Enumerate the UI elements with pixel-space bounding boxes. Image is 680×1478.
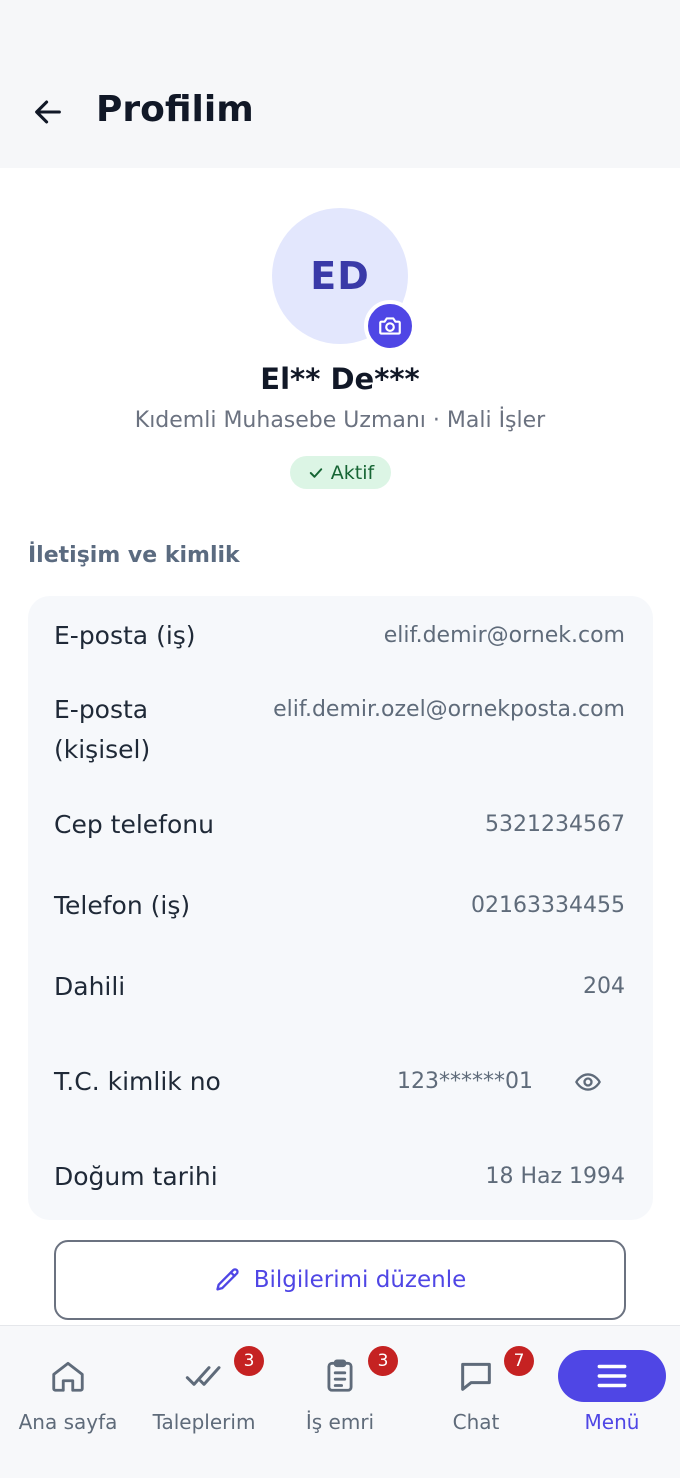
section-title: İletişim ve kimlik (28, 543, 240, 568)
requests-badge: 3 (234, 1346, 264, 1376)
field-value[interactable]: elif.demir@ornek.com (384, 619, 625, 653)
avatar-initials: ED (310, 254, 370, 298)
chat-badge: 7 (504, 1346, 534, 1376)
field-label: Dahili (54, 972, 126, 1001)
nav-label: İş emri (305, 1410, 375, 1434)
page-title: Profilim (96, 89, 254, 130)
field-value[interactable]: 5321234567 (485, 808, 625, 842)
hamburger-icon (597, 1364, 627, 1388)
top-bar: Profilim (0, 0, 680, 168)
field-label: Cep telefonu (54, 810, 214, 839)
nav-item-menu[interactable] (558, 1350, 666, 1402)
nav-item-work-order[interactable]: 3 İş emri (272, 1326, 408, 1456)
work-order-badge: 3 (368, 1346, 398, 1376)
field-value[interactable]: 02163334455 (471, 889, 625, 923)
chat-icon (456, 1356, 496, 1396)
field-label: E-posta (iş) (54, 621, 196, 650)
camera-icon (379, 317, 401, 335)
field-label: Telefon (iş) (54, 891, 191, 920)
profile-subtitle: Kıdemli Muhasebe Uzmanı · Mali İşler (134, 408, 546, 433)
field-value: 123******01 (397, 1069, 533, 1094)
nav-label-menu[interactable]: Menü (558, 1410, 666, 1434)
nav-item-chat[interactable]: 7 Chat (408, 1326, 544, 1456)
nav-item-home[interactable]: Ana sayfa (0, 1326, 136, 1456)
edit-profile-button[interactable]: Bilgilerimi düzenle (54, 1240, 626, 1320)
arrow-left-icon (35, 100, 61, 124)
field-label: E-posta (kişisel) (54, 695, 151, 764)
status-label: Aktif (330, 461, 375, 484)
nav-label: Taleplerim (152, 1410, 256, 1434)
field-value[interactable]: elif.demir.ozel@ornekposta.com (265, 693, 625, 727)
reveal-id-button[interactable] (571, 1065, 605, 1099)
field-label: Doğum tarihi (54, 1162, 218, 1191)
field-label: T.C. kimlik no (54, 1067, 221, 1096)
edit-profile-label: Bilgilerimi düzenle (253, 1267, 467, 1293)
nav-item-requests[interactable]: 3 Taleplerim (136, 1326, 272, 1456)
nav-label: Chat (452, 1410, 500, 1434)
check-icon (309, 467, 323, 478)
eye-icon (575, 1073, 601, 1091)
field-value: 204 (583, 974, 625, 999)
profile-name: El** De*** (260, 362, 420, 396)
home-icon (48, 1356, 88, 1396)
status-badge: Aktif (290, 456, 391, 489)
bottom-nav: Ana sayfa 3 Taleplerim 3 İş emri 7 Chat … (0, 1325, 680, 1478)
nav-label: Ana sayfa (18, 1410, 118, 1434)
change-photo-button[interactable] (364, 300, 416, 352)
clipboard-icon (320, 1356, 360, 1396)
pencil-icon (216, 1268, 239, 1291)
contact-identity-card: E-posta (iş) elif.demir@ornek.com E-post… (28, 596, 653, 1220)
field-value: 18 Haz 1994 (485, 1164, 625, 1189)
back-button[interactable] (28, 92, 68, 132)
double-check-icon (184, 1356, 224, 1396)
